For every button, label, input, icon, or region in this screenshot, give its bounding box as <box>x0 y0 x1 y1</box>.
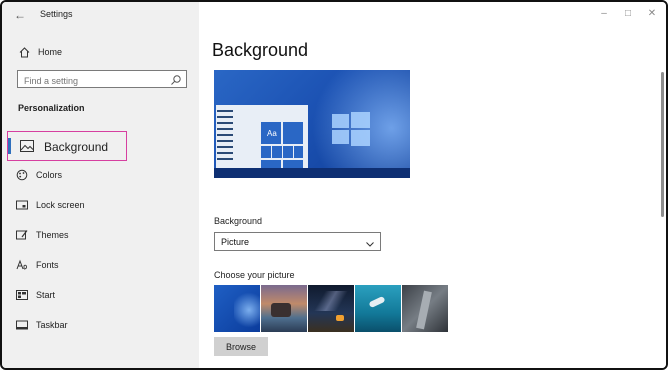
sidebar-item-label: Fonts <box>36 260 59 270</box>
sidebar-item-lock-screen[interactable]: Lock screen <box>16 197 85 213</box>
scrollbar[interactable] <box>661 72 664 217</box>
sidebar: ← Settings Home Personalization Backgrou… <box>2 2 199 368</box>
page-title: Background <box>212 40 309 60</box>
sidebar-item-start[interactable]: Start <box>16 287 55 303</box>
background-type-label: Background <box>214 216 263 226</box>
sidebar-item-label: Start <box>36 290 56 300</box>
active-indicator <box>8 138 11 154</box>
fonts-icon <box>16 259 28 271</box>
taskbar-icon <box>16 319 28 331</box>
sidebar-item-label: Themes <box>36 230 69 240</box>
start-icon <box>16 289 28 301</box>
sidebar-item-label: Colors <box>36 170 63 180</box>
home-icon <box>18 46 30 58</box>
window-title: Settings <box>40 9 73 19</box>
sidebar-item-colors[interactable]: Colors <box>16 167 62 183</box>
main-content: – □ ✕ Background Aa Background Picture C… <box>199 2 666 368</box>
preview-sample-text: Aa <box>267 129 277 138</box>
search-icon[interactable] <box>170 73 182 85</box>
sidebar-item-themes[interactable]: Themes <box>16 227 69 243</box>
chevron-down-icon <box>365 236 375 247</box>
picture-thumbnails <box>214 285 454 332</box>
picture-thumbnail[interactable] <box>402 285 448 332</box>
sidebar-item-label: Background <box>44 140 109 154</box>
sidebar-item-taskbar[interactable]: Taskbar <box>16 317 68 333</box>
preview-menu-lines <box>217 110 247 170</box>
lock-screen-icon <box>16 199 28 211</box>
back-arrow-icon[interactable]: ← <box>12 7 28 23</box>
preview-tiles: Aa <box>261 122 303 174</box>
home-label: Home <box>38 47 63 57</box>
sidebar-item-label: Lock screen <box>36 200 85 210</box>
picture-thumbnail[interactable] <box>355 285 401 332</box>
search-box[interactable] <box>17 70 187 89</box>
background-preview: Aa <box>214 70 410 178</box>
image-icon <box>20 140 34 152</box>
sidebar-item-background[interactable]: Background <box>7 131 127 161</box>
close-icon[interactable]: ✕ <box>645 8 659 20</box>
minimize-icon[interactable]: – <box>597 8 611 20</box>
browse-button[interactable]: Browse <box>214 337 268 356</box>
background-type-select[interactable]: Picture <box>214 232 381 251</box>
preview-taskbar <box>214 168 410 178</box>
choose-picture-label: Choose your picture <box>214 270 295 280</box>
themes-icon <box>16 229 28 241</box>
picture-thumbnail[interactable] <box>308 285 354 332</box>
background-type-value: Picture <box>221 237 250 247</box>
picture-thumbnail[interactable] <box>261 285 307 332</box>
sidebar-item-label: Taskbar <box>36 320 68 330</box>
picture-thumbnail[interactable] <box>214 285 260 332</box>
sidebar-item-home[interactable]: Home <box>18 44 62 60</box>
search-input[interactable] <box>18 73 164 89</box>
sidebar-item-fonts[interactable]: Fonts <box>16 257 59 273</box>
maximize-icon[interactable]: □ <box>621 8 635 20</box>
section-title: Personalization <box>18 103 85 113</box>
palette-icon <box>16 169 28 181</box>
windows-logo-icon <box>332 110 370 146</box>
settings-window: ← Settings Home Personalization Backgrou… <box>0 0 668 370</box>
